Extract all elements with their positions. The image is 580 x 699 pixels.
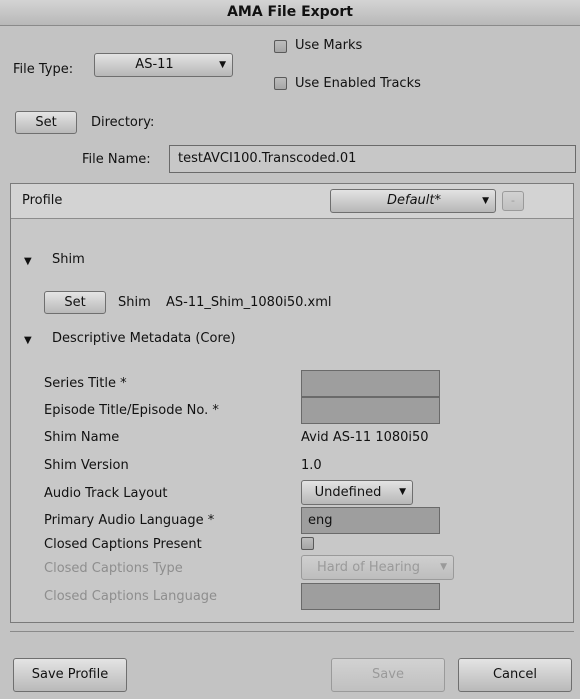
shim-name-label: Shim Name <box>44 430 120 445</box>
series-title-input[interactable] <box>301 370 440 397</box>
use-enabled-tracks-label: Use Enabled Tracks <box>295 76 421 91</box>
triangle-down-icon[interactable]: ▼ <box>24 335 32 346</box>
use-enabled-tracks-checkbox[interactable] <box>274 77 287 90</box>
closed-captions-language-label: Closed Captions Language <box>44 589 218 604</box>
audio-track-layout-dropdown[interactable]: Undefined ▼ <box>301 480 413 505</box>
shim-label: Shim <box>118 295 151 310</box>
closed-captions-present-checkbox[interactable] <box>301 537 314 550</box>
directory-set-button[interactable]: Set <box>15 111 77 134</box>
file-type-dropdown[interactable]: AS-11 ▼ <box>94 53 233 77</box>
audio-track-layout-label: Audio Track Layout <box>44 486 168 501</box>
save-profile-button[interactable]: Save Profile <box>13 658 127 692</box>
shim-name-value: Avid AS-11 1080i50 <box>301 430 429 445</box>
profile-value: Default* <box>387 193 441 208</box>
metadata-section-label: Descriptive Metadata (Core) <box>52 331 236 346</box>
series-title-label: Series Title * <box>44 376 127 391</box>
footer-divider <box>10 631 574 632</box>
shim-section-label: Shim <box>52 252 85 267</box>
shim-set-button[interactable]: Set <box>44 291 106 314</box>
closed-captions-present-label: Closed Captions Present <box>44 537 202 552</box>
profile-dropdown[interactable]: Default* ▼ <box>330 189 496 213</box>
use-marks-checkbox[interactable] <box>274 40 287 53</box>
primary-audio-language-label: Primary Audio Language * <box>44 513 215 528</box>
episode-title-label: Episode Title/Episode No. * <box>44 403 219 418</box>
save-button[interactable]: Save <box>331 658 445 692</box>
file-type-label: File Type: <box>13 62 74 77</box>
directory-label: Directory: <box>91 115 155 130</box>
triangle-down-icon[interactable]: ▼ <box>24 256 32 267</box>
window-title: AMA File Export <box>0 0 580 26</box>
shim-version-value: 1.0 <box>301 458 322 473</box>
file-type-value: AS-11 <box>135 57 174 72</box>
file-name-label: File Name: <box>82 152 151 167</box>
primary-audio-language-input[interactable]: eng <box>301 507 440 534</box>
chevron-down-icon: ▼ <box>440 562 447 572</box>
chevron-down-icon: ▼ <box>399 487 406 497</box>
audio-track-layout-value: Undefined <box>314 485 382 500</box>
shim-file-name: AS-11_Shim_1080i50.xml <box>166 295 332 310</box>
episode-title-input[interactable] <box>301 397 440 424</box>
closed-captions-language-input[interactable] <box>301 583 440 610</box>
closed-captions-type-dropdown[interactable]: Hard of Hearing ▼ <box>301 555 454 580</box>
profile-label: Profile <box>22 193 63 208</box>
file-name-input[interactable]: testAVCI100.Transcoded.01 <box>169 145 576 173</box>
chevron-down-icon: ▼ <box>482 196 489 206</box>
closed-captions-type-label: Closed Captions Type <box>44 561 183 576</box>
cancel-button[interactable]: Cancel <box>458 658 572 692</box>
shim-version-label: Shim Version <box>44 458 129 473</box>
closed-captions-type-value: Hard of Hearing <box>316 560 421 575</box>
remove-profile-button[interactable]: - <box>502 191 524 211</box>
chevron-down-icon: ▼ <box>219 60 226 70</box>
use-marks-label: Use Marks <box>295 38 363 53</box>
